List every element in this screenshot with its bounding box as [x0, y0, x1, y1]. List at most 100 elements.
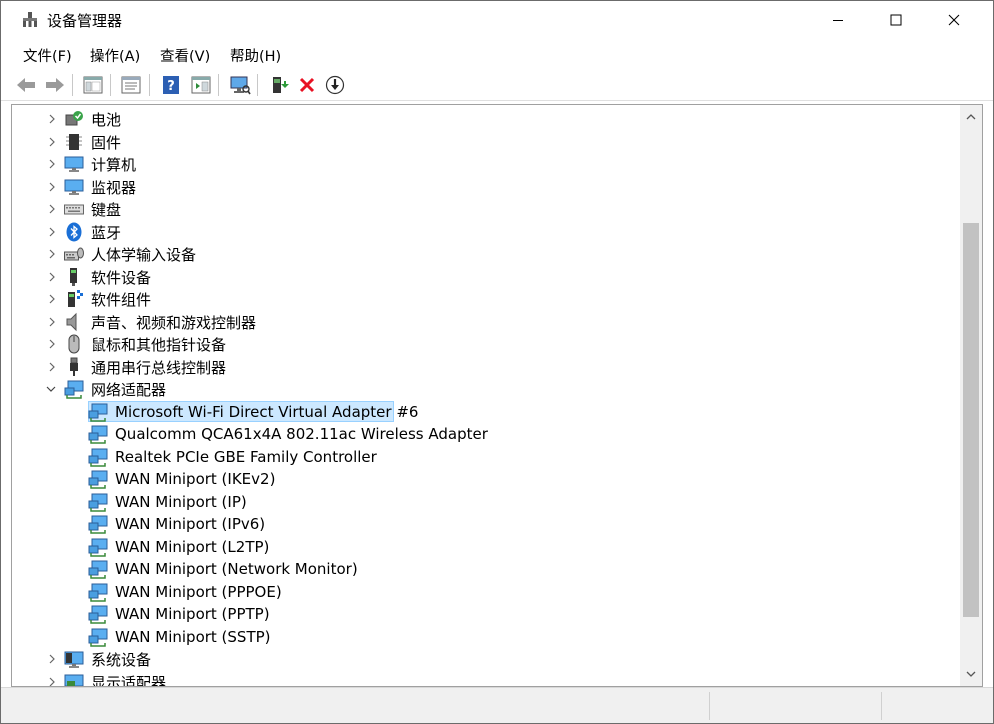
network-adapter-icon [88, 425, 108, 444]
tree-item-label: 蓝牙 [91, 223, 122, 242]
tree-item-adapter-wifi-direct[interactable]: Microsoft Wi-Fi Direct Virtual Adapter #… [12, 401, 960, 423]
tree-item-label: 网络适配器 [91, 380, 167, 399]
menu-action[interactable]: 操作(A) [90, 45, 140, 66]
tree-item-system-devices[interactable]: 系统设备 [12, 648, 960, 670]
scan-hardware-button[interactable] [228, 73, 252, 97]
close-icon [948, 14, 960, 26]
tree-item-adapter-wan-pptp[interactable]: WAN Miniport (PPTP) [12, 603, 960, 625]
disable-device-button[interactable] [323, 73, 347, 97]
status-bar-section [881, 692, 993, 720]
tree-item-keyboards[interactable]: 键盘 [12, 198, 960, 220]
download-arrow-circle-icon [325, 75, 345, 95]
tree-item-adapter-wan-ipv6[interactable]: WAN Miniport (IPv6) [12, 513, 960, 535]
tree-item-software-components[interactable]: 软件组件 [12, 288, 960, 310]
network-adapter-icon [88, 538, 108, 557]
chevron-right-icon[interactable] [46, 113, 58, 125]
chevron-right-icon[interactable] [46, 136, 58, 148]
tree-item-label: 系统设备 [91, 650, 152, 669]
network-adapter-icon [88, 628, 108, 647]
software-component-icon [68, 290, 83, 307]
tree-item-usb-controllers[interactable]: 通用串行总线控制器 [12, 356, 960, 378]
uninstall-device-button[interactable] [295, 73, 319, 97]
tree-item-adapter-wan-sstp[interactable]: WAN Miniport (SSTP) [12, 626, 960, 648]
keyboard-icon [64, 204, 84, 215]
scroll-down-button[interactable] [960, 662, 982, 686]
tree-item-adapter-qualcomm[interactable]: Qualcomm QCA61x4A 802.11ac Wireless Adap… [12, 423, 960, 445]
device-tree: 电池 固件 计算机 监视器 键盘 蓝牙 人体学输入设备 软件设备 软件组件 声音… [12, 105, 960, 686]
close-button[interactable] [925, 1, 983, 39]
mouse-icon [68, 334, 80, 354]
firmware-chip-icon [66, 134, 82, 150]
menu-view[interactable]: 查看(V) [160, 45, 210, 66]
properties-icon [121, 76, 141, 94]
chevron-right-icon[interactable] [46, 203, 58, 215]
tree-item-battery[interactable]: 电池 [12, 108, 960, 130]
toolbar-separator [257, 74, 258, 96]
tree-item-label: WAN Miniport (Network Monitor) [115, 560, 358, 578]
maximize-icon [890, 14, 902, 26]
tree-item-computer[interactable]: 计算机 [12, 153, 960, 175]
menu-file[interactable]: 文件(F) [23, 45, 72, 66]
title-bar[interactable]: 设备管理器 [1, 1, 993, 39]
tree-item-adapter-wan-l2tp[interactable]: WAN Miniport (L2TP) [12, 536, 960, 558]
tree-item-label: 计算机 [91, 155, 137, 174]
tree-item-label: Microsoft Wi-Fi Direct Virtual Adapter #… [115, 403, 419, 421]
tree-item-label: WAN Miniport (PPTP) [115, 605, 270, 623]
tree-item-adapter-wan-ikev2[interactable]: WAN Miniport (IKEv2) [12, 468, 960, 490]
back-button[interactable] [14, 73, 38, 97]
action-pane-button[interactable] [189, 73, 213, 97]
scan-hardware-monitor-icon [230, 76, 251, 95]
tree-item-adapter-wan-ip[interactable]: WAN Miniport (IP) [12, 491, 960, 513]
tree-item-hid[interactable]: 人体学输入设备 [12, 243, 960, 265]
status-bar [1, 687, 993, 723]
menu-help[interactable]: 帮助(H) [230, 45, 281, 66]
tree-item-adapter-realtek[interactable]: Realtek PCIe GBE Family Controller [12, 446, 960, 468]
properties-button[interactable] [119, 73, 143, 97]
tree-item-label: 鼠标和其他指针设备 [91, 335, 227, 354]
scroll-up-button[interactable] [960, 105, 982, 129]
forward-button[interactable] [43, 73, 67, 97]
tree-item-bluetooth[interactable]: 蓝牙 [12, 221, 960, 243]
update-driver-button[interactable] [267, 73, 291, 97]
chevron-right-icon[interactable] [46, 316, 58, 328]
speaker-icon [66, 312, 77, 332]
tree-item-firmware[interactable]: 固件 [12, 131, 960, 153]
chevron-right-icon[interactable] [46, 158, 58, 170]
chevron-right-icon[interactable] [46, 248, 58, 260]
chevron-down-icon[interactable] [45, 383, 57, 395]
chevron-right-icon[interactable] [46, 271, 58, 283]
chevron-right-icon[interactable] [46, 676, 58, 686]
tree-item-label: WAN Miniport (IP) [115, 493, 247, 511]
tree-item-monitors[interactable]: 监视器 [12, 176, 960, 198]
help-button[interactable]: ? [159, 73, 183, 97]
tree-item-display-adapters[interactable]: 显示适配器 [12, 671, 960, 686]
tree-item-label: 电池 [91, 110, 122, 129]
tree-item-adapter-wan-network-monitor[interactable]: WAN Miniport (Network Monitor) [12, 558, 960, 580]
chevron-right-icon[interactable] [46, 293, 58, 305]
monitor-icon [64, 179, 84, 195]
device-manager-window: 设备管理器 文件(F) 操作(A) 查看(V) 帮助(H) ? 电池 固件 计算… [0, 0, 994, 724]
network-adapter-icon [88, 583, 108, 602]
chevron-right-icon[interactable] [46, 361, 58, 373]
scrollbar-thumb[interactable] [963, 223, 979, 617]
battery-icon [65, 111, 83, 126]
tree-item-adapter-wan-pppoe[interactable]: WAN Miniport (PPPOE) [12, 581, 960, 603]
chevron-right-icon[interactable] [46, 653, 58, 665]
chevron-right-icon[interactable] [46, 338, 58, 350]
tree-item-sound-video-game[interactable]: 声音、视频和游戏控制器 [12, 311, 960, 333]
chevron-right-icon[interactable] [46, 226, 58, 238]
toolbar: ? [1, 69, 993, 101]
tree-item-network-adapters[interactable]: 网络适配器 [12, 378, 960, 400]
help-icon: ? [163, 76, 179, 94]
svg-text:?: ? [167, 79, 175, 94]
vertical-scrollbar[interactable] [960, 105, 982, 686]
maximize-button[interactable] [867, 1, 925, 39]
chevron-right-icon[interactable] [46, 181, 58, 193]
tree-item-mice[interactable]: 鼠标和其他指针设备 [12, 333, 960, 355]
network-adapter-icon [88, 560, 108, 579]
tree-item-software-devices[interactable]: 软件设备 [12, 266, 960, 288]
toolbar-separator [149, 74, 150, 96]
device-manager-app-icon [23, 12, 37, 27]
minimize-button[interactable] [809, 1, 867, 39]
show-hide-console-tree-button[interactable] [81, 73, 105, 97]
